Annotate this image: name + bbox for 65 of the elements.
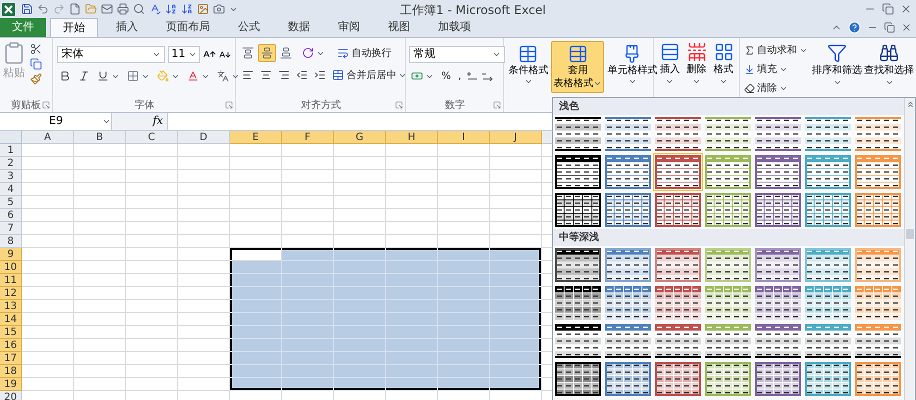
row-header[interactable]: 10 — [0, 261, 22, 274]
styles-button[interactable]: 条件格式 — [506, 41, 550, 93]
row-header[interactable]: 2 — [0, 157, 22, 170]
group-label: 对齐方式 — [300, 98, 341, 112]
ribbon-tab[interactable]: 公式 — [226, 18, 272, 37]
row-header[interactable]: 11 — [0, 274, 22, 287]
column-header[interactable]: J — [490, 131, 542, 144]
ribbon-tab[interactable]: 插入 — [104, 18, 150, 37]
column-header[interactable]: H — [386, 131, 438, 144]
ribbon-tab[interactable]: 审阅 — [326, 18, 372, 37]
fill-button[interactable]: 填充 — [742, 60, 810, 78]
row-header[interactable]: 17 — [0, 352, 22, 365]
autosum-button[interactable]: 自动求和 — [742, 41, 810, 59]
merge-center-button[interactable]: 合并后居中 — [330, 66, 410, 84]
row-header[interactable]: 1 — [0, 144, 22, 157]
row-header[interactable]: 12 — [0, 287, 22, 300]
row-header[interactable]: 14 — [0, 313, 22, 326]
wrap-text-button[interactable]: 自动换行 — [335, 44, 394, 62]
row-header[interactable]: 3 — [0, 170, 22, 183]
section-heading: 中等深浅 — [559, 230, 599, 245]
column-header[interactable]: E — [230, 131, 282, 144]
row-header[interactable]: 6 — [0, 209, 22, 222]
row-header[interactable]: 5 — [0, 196, 22, 209]
row-header[interactable]: 9 — [0, 248, 22, 261]
row-header[interactable]: 19 — [0, 378, 22, 391]
find-select-button[interactable]: 查找和选择 — [864, 41, 914, 87]
styles-button[interactable]: 套用 表格格式 — [551, 41, 604, 93]
row-header[interactable]: 7 — [0, 222, 22, 235]
column-header[interactable]: F — [282, 131, 334, 144]
cells-button[interactable]: 格式 — [714, 42, 734, 86]
ribbon-tab[interactable]: 加载项 — [426, 18, 483, 37]
row-header[interactable]: 4 — [0, 183, 22, 196]
percent-button[interactable]: % — [439, 67, 453, 85]
column-header[interactable]: D — [178, 131, 230, 144]
font-name-field[interactable]: 宋体 — [57, 46, 166, 63]
font-size-field[interactable]: 11 — [168, 46, 200, 63]
styles-button[interactable]: 单元格样式 — [605, 41, 660, 93]
window-title: 工作簿1 - Microsoft Excel — [400, 2, 546, 19]
ribbon-tab[interactable]: 开始 — [50, 18, 98, 37]
insert-function-button[interactable]: fx — [152, 113, 163, 130]
section-heading: 浅色 — [559, 100, 579, 114]
ribbon-tab[interactable]: 页面布局 — [154, 18, 222, 37]
column-header[interactable]: B — [74, 131, 126, 144]
sort-filter-button[interactable]: 排序和筛选 — [812, 41, 862, 87]
row-header[interactable]: 13 — [0, 300, 22, 313]
group-label: 数字 — [444, 98, 465, 112]
row-header[interactable]: 16 — [0, 339, 22, 352]
row-header[interactable]: 18 — [0, 365, 22, 378]
column-header[interactable]: G — [334, 131, 386, 144]
row-header[interactable]: 20 — [0, 391, 22, 400]
ribbon-tab[interactable]: 数据 — [276, 18, 322, 37]
group-label: 字体 — [134, 98, 154, 112]
row-header[interactable]: 15 — [0, 326, 22, 339]
comma-button[interactable]: , — [456, 67, 464, 85]
clear-button[interactable]: 清除 — [742, 79, 810, 97]
column-header[interactable]: I — [438, 131, 490, 144]
group-label: 剪贴板 — [11, 98, 42, 112]
column-header[interactable]: C — [126, 131, 178, 144]
number-format-field[interactable]: 常规 — [409, 46, 506, 63]
cells-button[interactable]: 删除 — [686, 42, 707, 86]
column-header[interactable]: A — [22, 131, 74, 144]
cells-button[interactable]: 插入 — [660, 42, 680, 86]
file-tab[interactable]: 文件 — [0, 18, 46, 37]
ribbon-tab[interactable]: 视图 — [376, 18, 422, 37]
row-header[interactable]: 8 — [0, 235, 22, 248]
